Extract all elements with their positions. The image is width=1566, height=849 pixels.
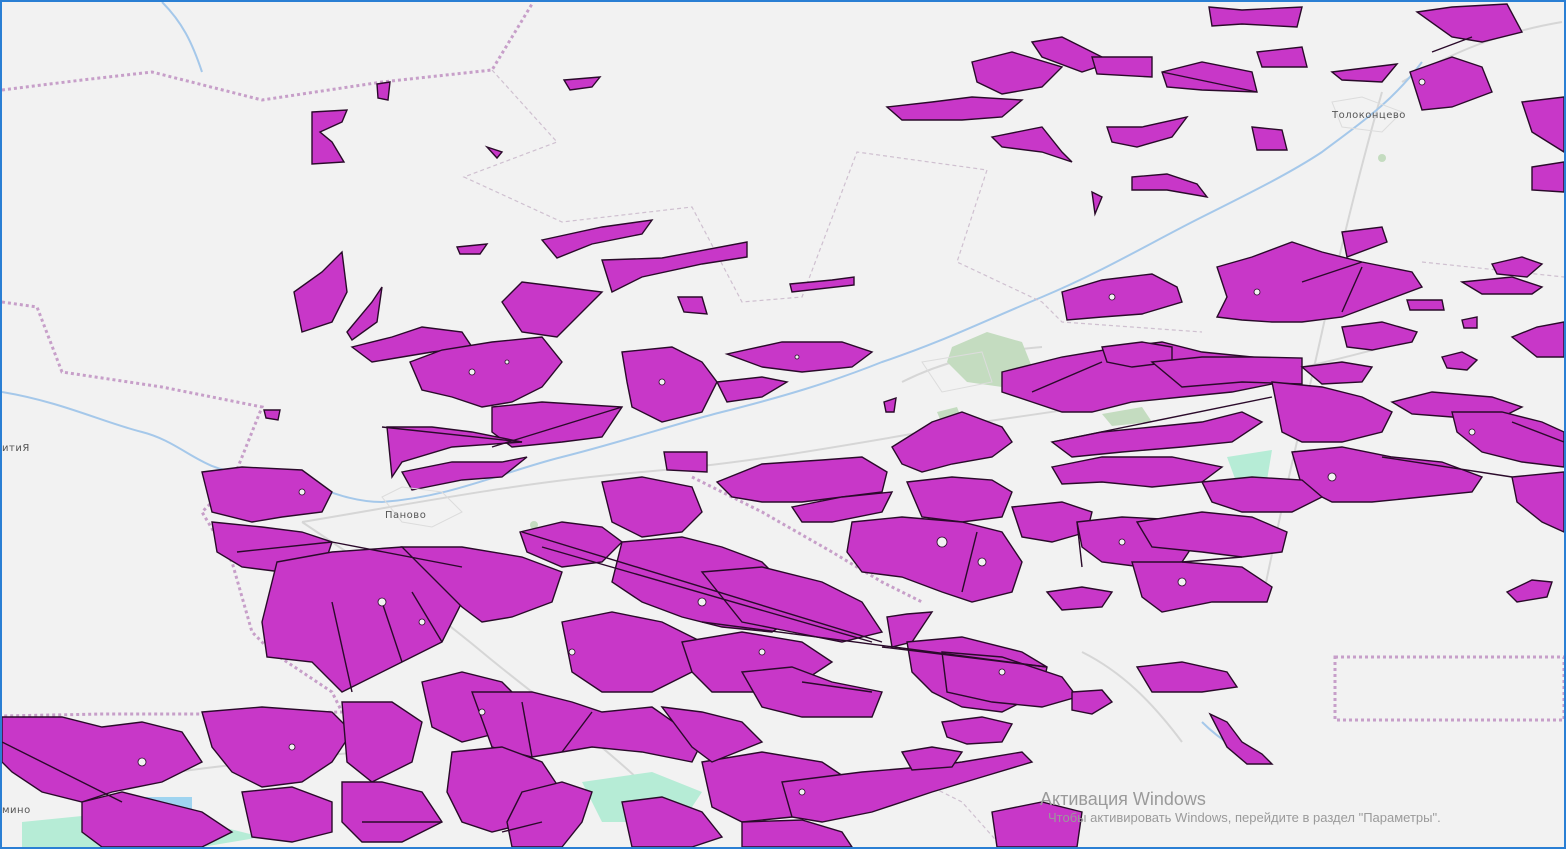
place-label-left-bottom: мино [2, 805, 31, 816]
forest-parcels[interactable] [2, 3, 1564, 847]
map-view[interactable]: Паново Толоконцево итиЯ мино Активация W… [0, 0, 1566, 849]
place-label-panovo: Паново [385, 510, 427, 521]
map-canvas[interactable] [2, 2, 1564, 847]
place-label-tolokontsevo: Толоконцево [1332, 110, 1406, 121]
place-label-left-top: итиЯ [2, 443, 30, 454]
